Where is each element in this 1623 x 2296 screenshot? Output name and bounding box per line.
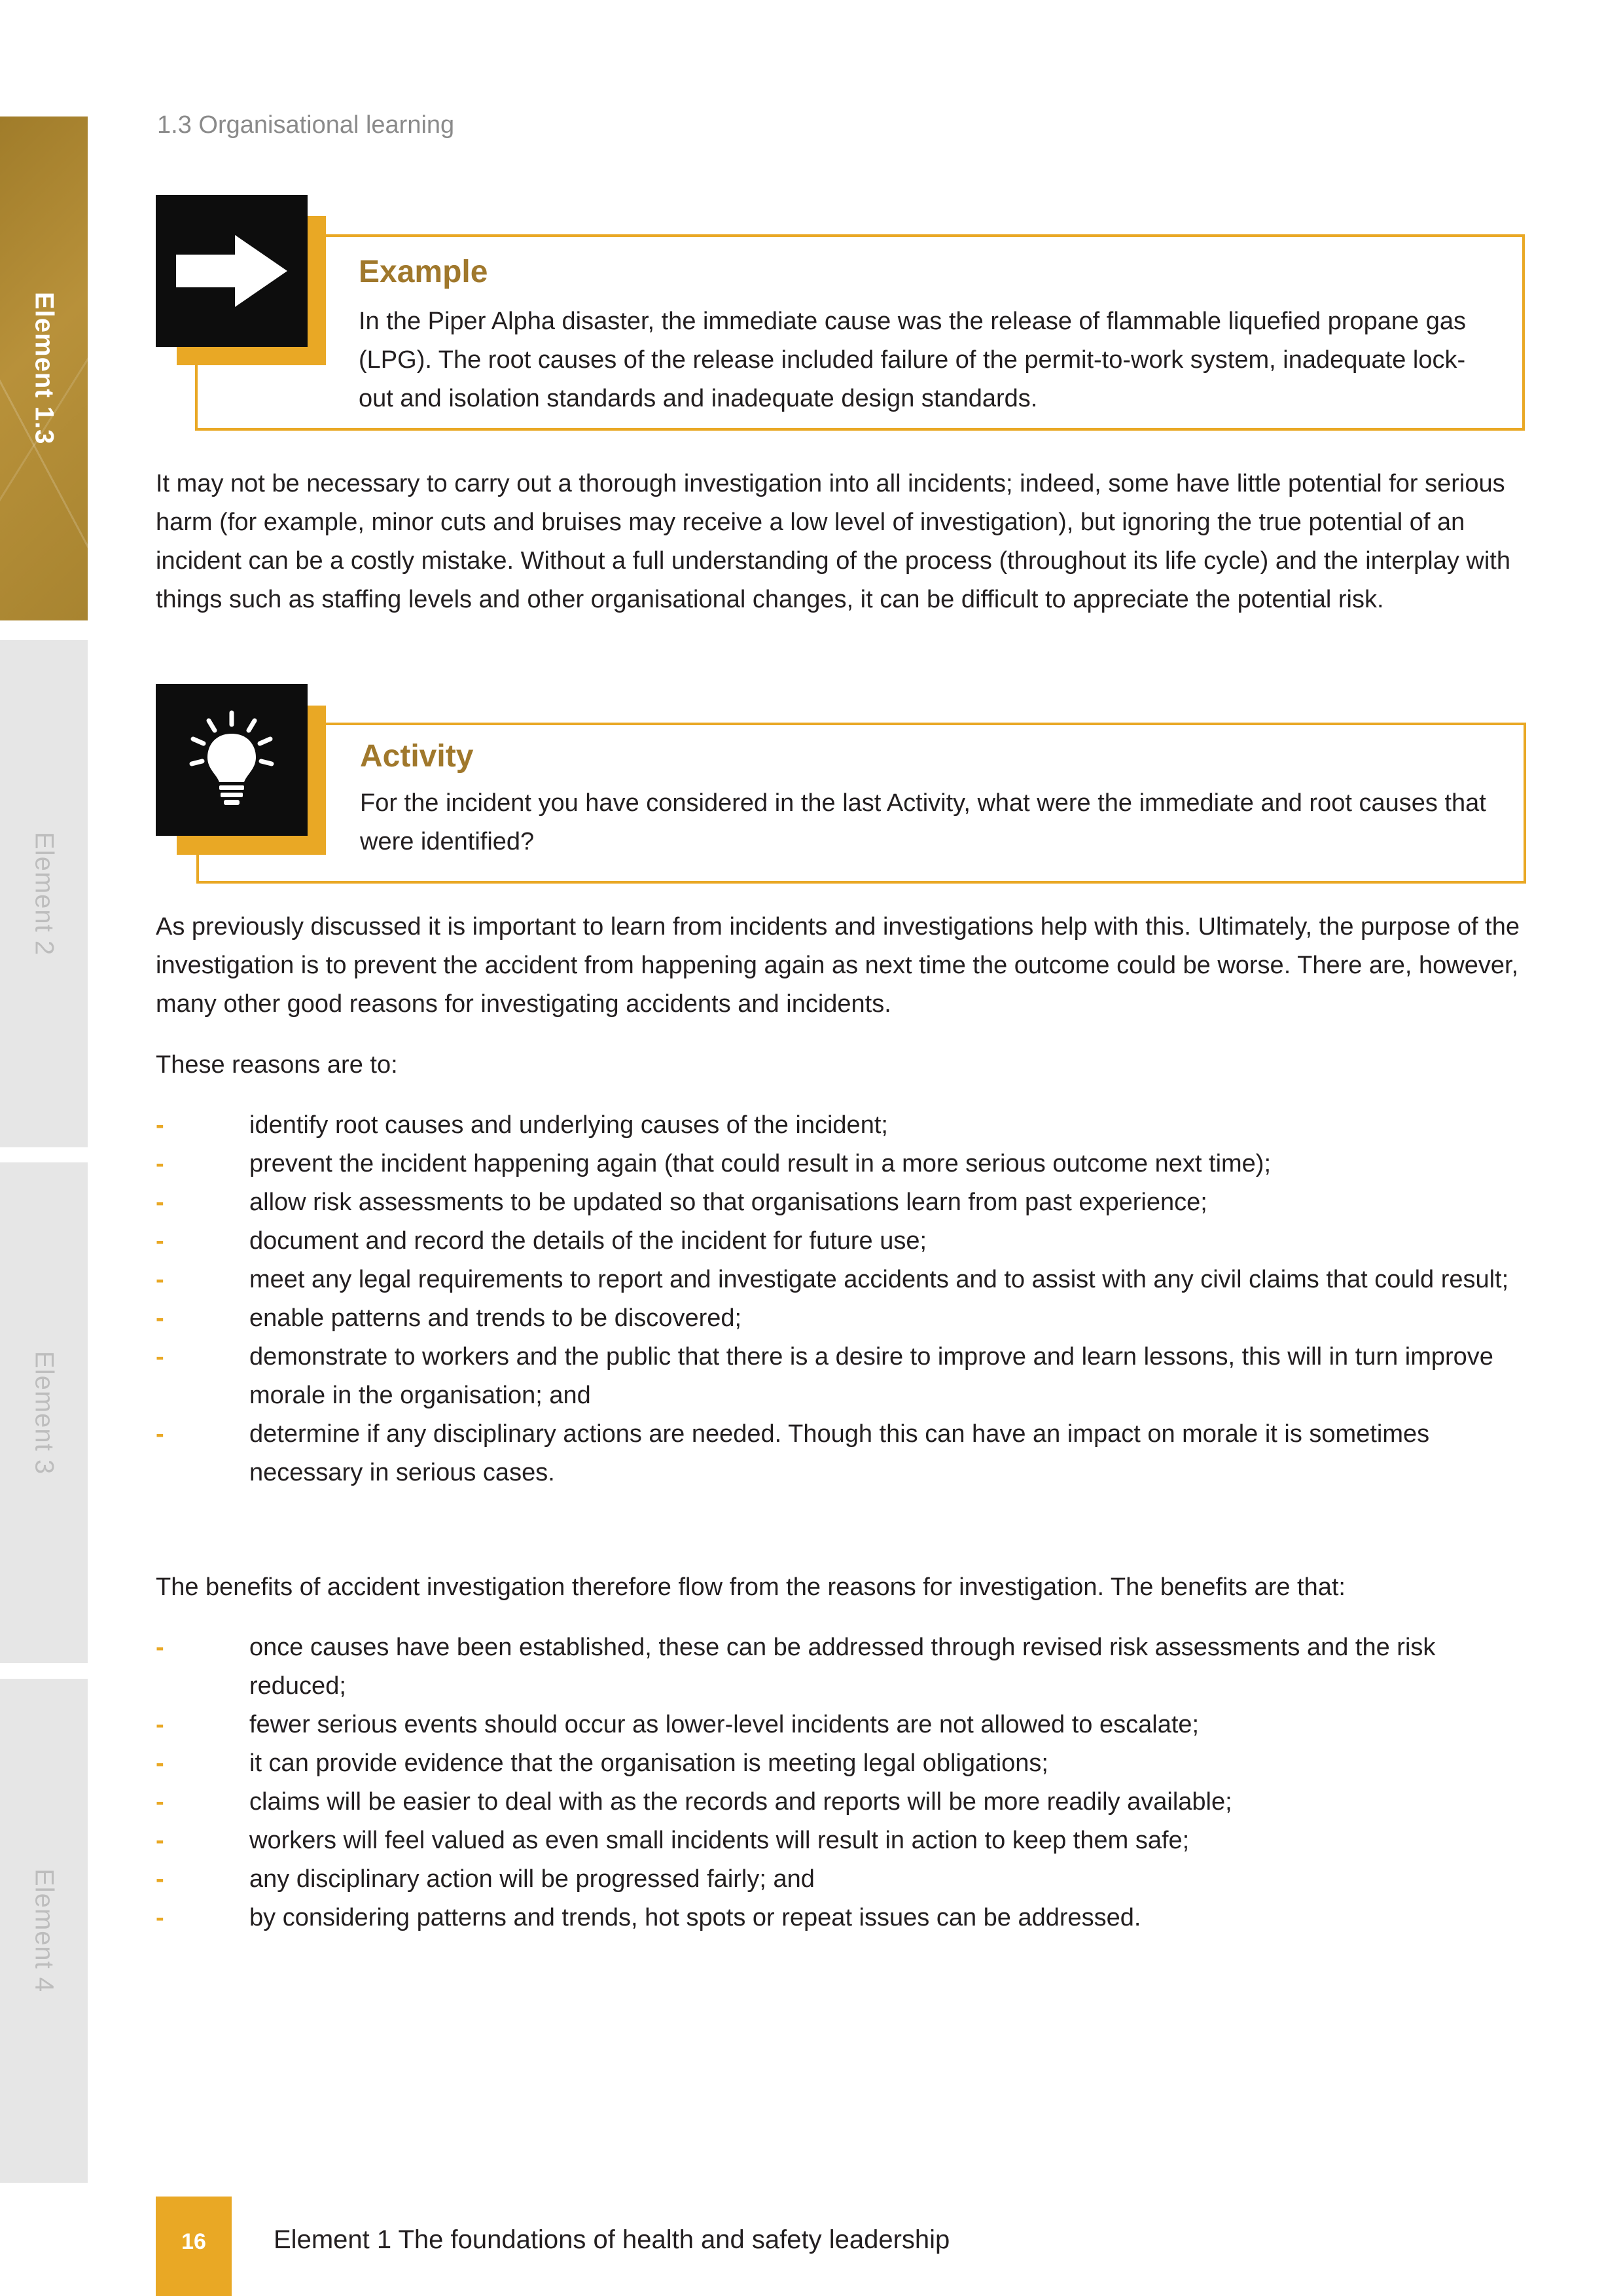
list-item: - determine if any disciplinary actions a… bbox=[156, 1415, 1524, 1492]
side-tab-label: Element 4 bbox=[29, 1869, 59, 1993]
list-item: - identify root causes and underlying cau… bbox=[156, 1106, 1524, 1145]
bullet-dash: - bbox=[156, 1420, 164, 1448]
side-tab-label: Element 2 bbox=[29, 831, 59, 956]
side-tab-label: Element 3 bbox=[29, 1350, 59, 1475]
list-item: - claims will be easier to deal with as t… bbox=[156, 1783, 1524, 1821]
page-number-box: 16 bbox=[156, 2197, 232, 2296]
reasons-list: - identify root causes and underlying cau… bbox=[156, 1106, 1524, 1492]
benefits-list: - once causes have been established, thes… bbox=[156, 1628, 1524, 1937]
side-tab-element-2[interactable]: Element 2 bbox=[0, 640, 88, 1147]
bullet-dash: - bbox=[156, 1304, 164, 1332]
list-item: - demonstrate to workers and the public t… bbox=[156, 1338, 1524, 1415]
list-item: - document and record the details of the … bbox=[156, 1222, 1524, 1261]
list-item: - prevent the incident happening again (t… bbox=[156, 1145, 1524, 1183]
bullet-dash: - bbox=[156, 1711, 164, 1738]
list-item: - it can provide evidence that the organi… bbox=[156, 1744, 1524, 1783]
bullet-dash: - bbox=[156, 1904, 164, 1931]
bullet-dash: - bbox=[156, 1788, 164, 1816]
side-tab-element-4[interactable]: Element 4 bbox=[0, 1679, 88, 2183]
arrow-right-icon bbox=[156, 195, 308, 347]
footer-title: Element 1 The foundations of health and … bbox=[274, 2225, 950, 2254]
bullet-dash: - bbox=[156, 1227, 164, 1255]
page-number: 16 bbox=[181, 2229, 206, 2254]
bullet-dash: - bbox=[156, 1150, 164, 1177]
lightbulb-icon bbox=[156, 684, 308, 836]
example-title: Example bbox=[359, 255, 488, 289]
paragraph-reasons-intro: These reasons are to: bbox=[156, 1051, 398, 1079]
list-item: - meet any legal requirements to report a… bbox=[156, 1261, 1524, 1299]
list-item: - by considering patterns and trends, hot… bbox=[156, 1899, 1524, 1937]
list-item: - once causes have been established, thes… bbox=[156, 1628, 1524, 1706]
activity-title: Activity bbox=[360, 739, 474, 774]
bullet-dash: - bbox=[156, 1749, 164, 1777]
side-tab-element-3[interactable]: Element 3 bbox=[0, 1162, 88, 1663]
side-tab-label: Element 1.3 bbox=[29, 292, 59, 445]
activity-body: For the incident you have considered in … bbox=[360, 789, 1486, 855]
paragraph-purpose: As previously discussed it is important … bbox=[156, 913, 1520, 1018]
bullet-dash: - bbox=[156, 1111, 164, 1139]
bullet-dash: - bbox=[156, 1266, 164, 1293]
paragraph-benefits-intro: The benefits of accident investigation t… bbox=[156, 1573, 1346, 1601]
example-body: In the Piper Alpha disaster, the immedia… bbox=[359, 308, 1467, 412]
bullet-dash: - bbox=[156, 1827, 164, 1854]
list-item: - any disciplinary action will be progres… bbox=[156, 1860, 1524, 1899]
bullet-dash: - bbox=[156, 1189, 164, 1216]
bullet-dash: - bbox=[156, 1634, 164, 1661]
side-tab-element-1-3[interactable]: Element 1.3 bbox=[0, 117, 88, 620]
list-item: - enable patterns and trends to be discov… bbox=[156, 1299, 1524, 1338]
bullet-dash: - bbox=[156, 1343, 164, 1371]
list-item: - fewer serious events should occur as lo… bbox=[156, 1706, 1524, 1744]
paragraph-investigation-scope: It may not be necessary to carry out a t… bbox=[156, 470, 1510, 613]
section-header: 1.3 Organisational learning bbox=[157, 111, 455, 139]
list-item: - workers will feel valued as even small … bbox=[156, 1821, 1524, 1860]
list-item: - allow risk assessments to be updated so… bbox=[156, 1183, 1524, 1222]
bullet-dash: - bbox=[156, 1865, 164, 1893]
